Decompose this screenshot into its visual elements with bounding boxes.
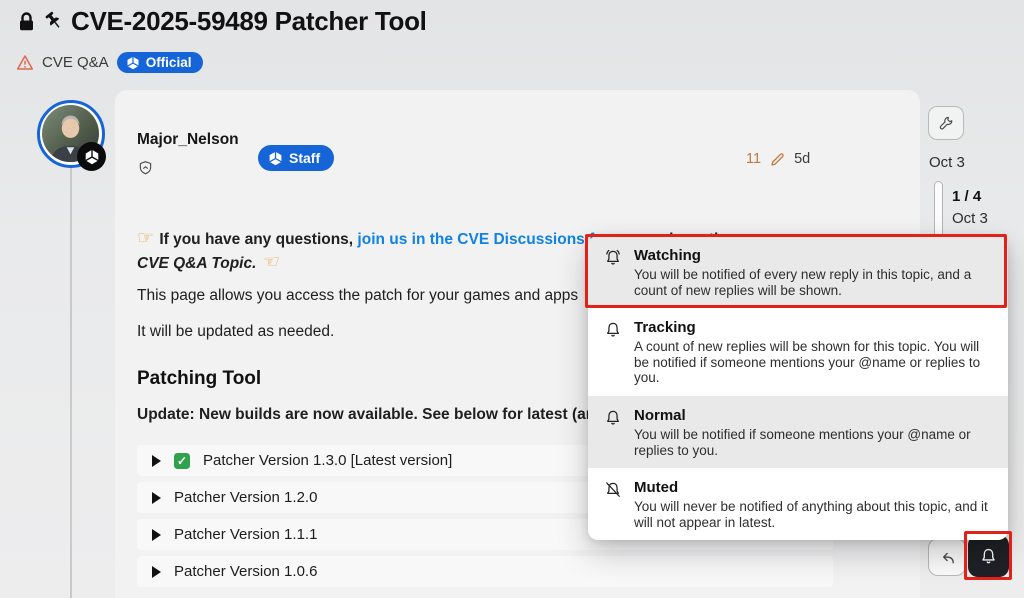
version-label: Patcher Version 1.2.0 <box>174 489 317 506</box>
expand-triangle-icon <box>152 529 161 541</box>
bell-slash-icon <box>603 480 623 500</box>
menu-item-normal[interactable]: Normal You will be notified if someone m… <box>588 396 1008 468</box>
topic-admin-button[interactable] <box>928 106 964 140</box>
timeline-position: 1 / 4 <box>952 188 981 205</box>
notification-level-menu: Watching You will be notified of every n… <box>588 236 1008 540</box>
lock-icon <box>16 11 37 33</box>
timeline-start-date[interactable]: Oct 3 <box>929 154 965 171</box>
post-intro-line2: CVE Q&A Topic. ☜ <box>137 251 278 274</box>
post-paragraph-access: This page allows you access the patch fo… <box>137 287 578 305</box>
page-title: CVE-2025-59489 Patcher Tool <box>71 6 427 37</box>
menu-item-tracking[interactable]: Tracking A count of new replies will be … <box>588 308 1008 396</box>
version-label: Patcher Version 1.1.1 <box>174 526 317 543</box>
menu-item-description: You will be notified of every new reply … <box>634 267 990 298</box>
unity-logo-icon <box>268 151 283 166</box>
share-reply-button[interactable] <box>928 538 966 576</box>
version-row[interactable]: Patcher Version 1.0.6 <box>137 556 833 587</box>
topic-category-row: CVE Q&A Official <box>16 52 203 73</box>
staff-badge-label: Staff <box>289 150 320 166</box>
bell-icon <box>979 547 998 566</box>
unity-flair-icon <box>77 142 106 171</box>
post-paragraph-updated: It will be updated as needed. <box>137 323 334 341</box>
menu-item-title: Watching <box>634 246 990 265</box>
expand-triangle-icon <box>152 455 161 467</box>
pointing-left-emoji: ☜ <box>261 252 278 273</box>
bell-ringing-icon <box>603 248 623 268</box>
author-username[interactable]: Major_Nelson <box>137 131 239 149</box>
staff-badge[interactable]: Staff <box>258 145 334 171</box>
unity-logo-icon <box>126 56 140 70</box>
menu-item-description: A count of new replies will be shown for… <box>634 339 990 386</box>
post-thread-line <box>70 168 72 598</box>
version-label: Patcher Version 1.0.6 <box>174 563 317 580</box>
notifications-button[interactable] <box>968 535 1009 577</box>
category-badge[interactable]: CVE Q&A <box>42 54 109 71</box>
menu-item-watching[interactable]: Watching You will be notified of every n… <box>588 236 1008 308</box>
timeline-current-date: Oct 3 <box>952 210 988 227</box>
section-heading: Patching Tool <box>137 368 261 390</box>
bell-icon <box>603 320 623 340</box>
expand-triangle-icon <box>152 492 161 504</box>
green-check-emoji: ✓ <box>174 453 190 469</box>
expand-triangle-icon <box>152 566 161 578</box>
pointing-right-emoji: ☞ <box>137 228 159 249</box>
post-age[interactable]: 5d <box>794 151 810 167</box>
shield-icon <box>138 160 153 176</box>
pin-icon <box>44 11 64 33</box>
menu-item-title: Muted <box>634 478 990 497</box>
menu-item-title: Normal <box>634 406 990 425</box>
post-meta: 11 5d <box>746 151 810 167</box>
wrench-icon <box>938 115 955 132</box>
official-tag[interactable]: Official <box>117 52 204 73</box>
topic-title-row: CVE-2025-59489 Patcher Tool <box>16 6 427 37</box>
pencil-icon[interactable] <box>770 152 785 167</box>
menu-item-muted[interactable]: Muted You will never be notified of anyt… <box>588 468 1008 540</box>
back-arrow-icon <box>938 548 957 567</box>
bell-icon <box>603 408 623 428</box>
update-note: Update: New builds are now available. Se… <box>137 406 605 424</box>
menu-item-description: You will never be notified of anything a… <box>634 499 990 530</box>
menu-item-description: You will be notified if someone mentions… <box>634 427 990 458</box>
warning-triangle-icon <box>16 54 34 71</box>
menu-item-title: Tracking <box>634 318 990 337</box>
edit-count[interactable]: 11 <box>746 151 761 167</box>
author-avatar[interactable] <box>37 100 105 168</box>
official-tag-label: Official <box>146 55 192 70</box>
discourse-topic-page: CVE-2025-59489 Patcher Tool CVE Q&A Offi… <box>0 0 1024 598</box>
version-label: Patcher Version 1.3.0 [Latest version] <box>203 452 452 469</box>
